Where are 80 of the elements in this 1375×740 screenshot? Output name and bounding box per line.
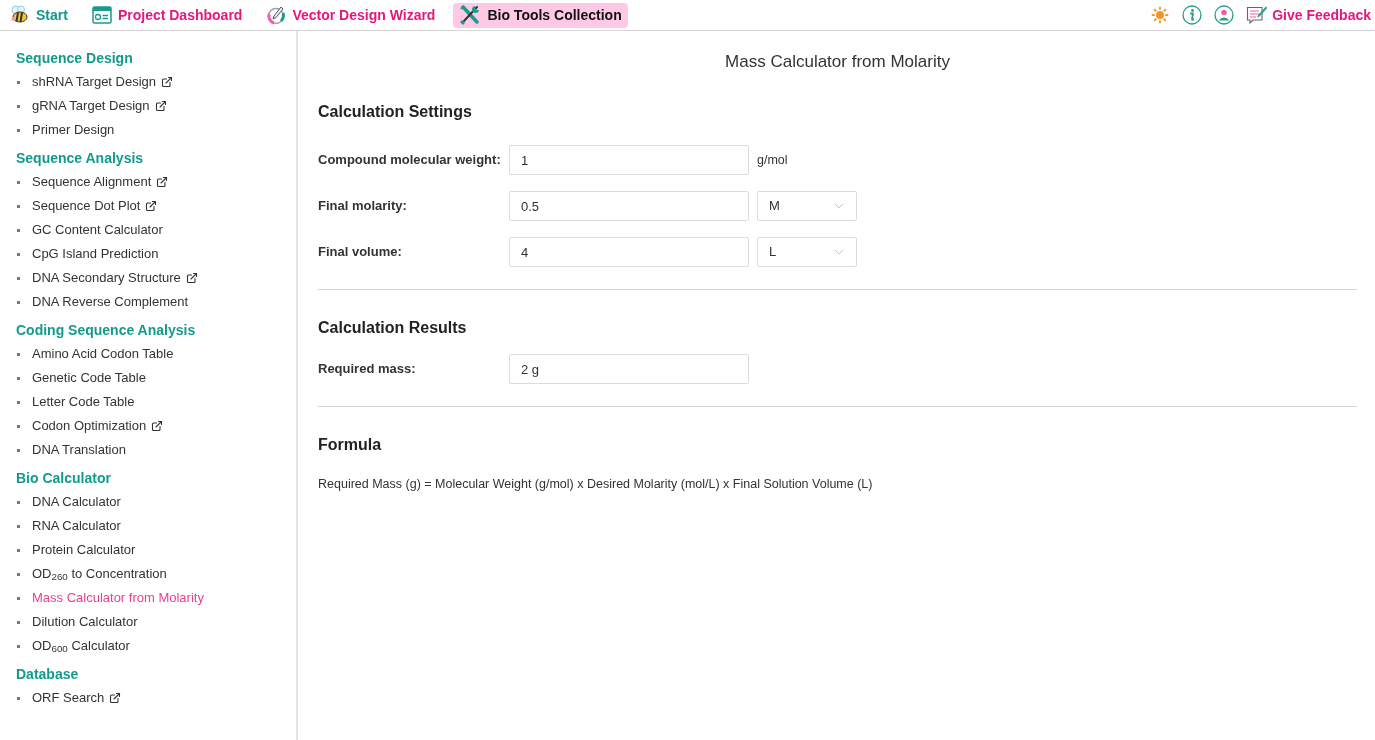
sidebar-link[interactable]: CpG Island Prediction: [32, 245, 159, 263]
bullet-icon: [17, 400, 20, 404]
pen-circle-icon: [266, 5, 287, 25]
bullet-icon: [17, 228, 20, 232]
sidebar-link[interactable]: Mass Calculator from Molarity: [32, 589, 204, 607]
bullet-icon: [17, 548, 20, 552]
sidebar-link[interactable]: Amino Acid Codon Table: [32, 345, 174, 363]
text-input[interactable]: 1: [509, 145, 749, 175]
sidebar-link[interactable]: Dilution Calculator: [32, 613, 138, 631]
page-title: Mass Calculator from Molarity: [725, 51, 950, 73]
sidebar-link[interactable]: OD$_{600}$ Calculator: [32, 637, 130, 655]
field-label: Final volume:: [318, 243, 403, 262]
bullet-icon: [17, 352, 20, 356]
bullet-icon: [17, 448, 20, 452]
sidebar-heading: Bio Calculator: [16, 469, 111, 488]
sidebar-link[interactable]: OD$_{260}$ to Concentration: [32, 565, 167, 583]
bullet-icon: [17, 644, 20, 648]
sidebar-link[interactable]: ORF Search: [32, 689, 105, 707]
sidebar-link[interactable]: GC Content Calculator: [32, 221, 163, 239]
sidebar-link[interactable]: Letter Code Table: [32, 393, 135, 411]
sidebar-heading: Sequence Design: [16, 49, 133, 68]
sidebar-link[interactable]: Genetic Code Table: [32, 369, 146, 387]
bullet-icon: [17, 300, 20, 304]
info-button[interactable]: [1182, 5, 1203, 25]
nav-tab[interactable]: Project Dashboard: [85, 2, 249, 28]
sidebar-link[interactable]: Sequence Alignment: [32, 173, 152, 191]
sidebar-link[interactable]: shRNA Target Design: [32, 73, 157, 91]
info-icon: [1182, 5, 1203, 25]
unit-select[interactable]: L: [757, 237, 857, 267]
sidebar-link[interactable]: Codon Optimization: [32, 417, 147, 435]
sun-icon: [1151, 6, 1170, 24]
field-label: Final molarity:: [318, 197, 408, 216]
text-input[interactable]: 4: [509, 237, 749, 267]
sidebar-link[interactable]: DNA Calculator: [32, 493, 121, 511]
text-input[interactable]: 0.5: [509, 191, 749, 221]
sidebar-link[interactable]: DNA Secondary Structure: [32, 269, 181, 287]
note-pen-icon: [1246, 5, 1269, 25]
bullet-icon: [17, 620, 20, 624]
sidebar-link[interactable]: DNA Translation: [32, 441, 126, 459]
bullet-icon: [17, 276, 20, 280]
section-heading: Calculation Results: [318, 318, 467, 338]
sidebar-heading: Database: [16, 665, 79, 684]
sidebar-link[interactable]: Sequence Dot Plot: [32, 197, 141, 215]
sidebar-heading: Sequence Analysis: [16, 149, 144, 168]
wrench-screwdriver-icon: [459, 4, 482, 26]
bullet-icon: [17, 80, 20, 84]
formula-text: Required Mass (g) = Molecular Weight (g/mol) x Desired Molarity (mol/L) x Final Solution Volume (L): [318, 476, 873, 493]
sidebar-link[interactable]: gRNA Target Design: [32, 97, 150, 115]
sidebar-link[interactable]: Primer Design: [32, 121, 115, 139]
sidebar-link[interactable]: RNA Calculator: [32, 517, 121, 535]
bullet-icon: [17, 104, 20, 108]
field-label: Compound molecular weight:: [318, 151, 502, 170]
feedback-button[interactable]: Give Feedback: [1246, 4, 1371, 26]
unit-select[interactable]: M: [757, 191, 857, 221]
sidebar-link[interactable]: DNA Reverse Complement: [32, 293, 189, 311]
account-button[interactable]: [1214, 5, 1235, 25]
nav-tab[interactable]: Vector Design Wizard: [260, 2, 442, 28]
bullet-icon: [17, 128, 20, 132]
bullet-icon: [17, 696, 20, 700]
bullet-icon: [17, 180, 20, 184]
user-icon: [1214, 5, 1235, 25]
bee-icon: [10, 5, 30, 25]
bullet-icon: [17, 524, 20, 528]
bullet-icon: [17, 252, 20, 256]
bullet-icon: [17, 572, 20, 576]
sidebar-link[interactable]: Protein Calculator: [32, 541, 136, 559]
bullet-icon: [17, 500, 20, 504]
text-input[interactable]: 2 g: [509, 354, 749, 384]
nav-tab[interactable]: Start: [4, 2, 74, 28]
section-heading: Formula: [318, 435, 382, 455]
unit-label: g/mol: [757, 151, 788, 169]
bullet-icon: [17, 596, 20, 600]
theme-button[interactable]: [1150, 5, 1171, 25]
sidebar-heading: Coding Sequence Analysis: [16, 321, 196, 340]
bullet-icon: [17, 376, 20, 380]
window-icon: [91, 6, 112, 24]
section-heading: Calculation Settings: [318, 102, 472, 122]
bullet-icon: [17, 424, 20, 428]
bullet-icon: [17, 204, 20, 208]
field-label: Required mass:: [318, 360, 417, 379]
